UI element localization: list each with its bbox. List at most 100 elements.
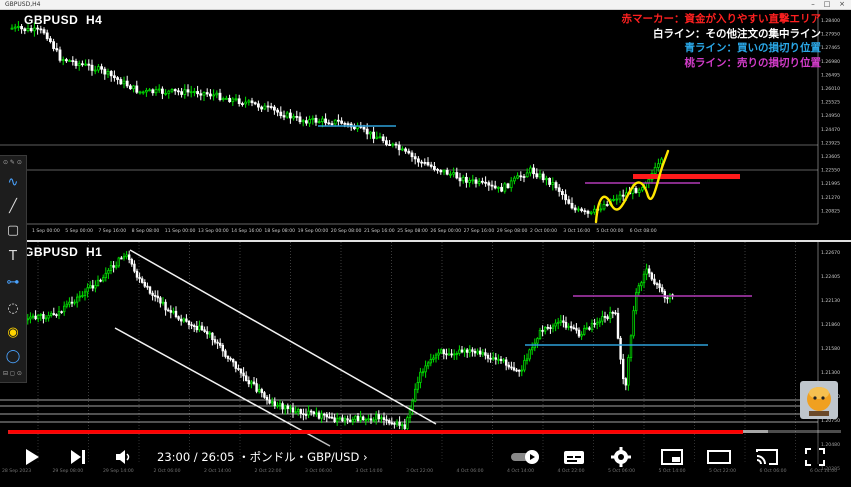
h4-candle-body xyxy=(340,120,344,124)
h1-candle-body xyxy=(244,375,248,381)
chapter-arrow-icon[interactable]: › xyxy=(363,450,368,464)
h4-candle-body xyxy=(384,140,388,145)
h1-candle-body xyxy=(341,417,344,422)
h1-candle-body xyxy=(585,327,589,330)
subtitles-button[interactable] xyxy=(562,445,586,469)
h4-candle-body xyxy=(253,102,257,105)
h1-candle-body xyxy=(471,349,474,352)
h4-candle-body xyxy=(49,38,52,43)
h4-candle-body xyxy=(231,98,235,103)
h1-candle-body xyxy=(603,316,607,318)
h4-price-label: 1.24470 xyxy=(821,127,840,133)
cast-button[interactable] xyxy=(754,445,780,469)
h1-candle-body xyxy=(382,417,386,421)
h1-candle-body xyxy=(187,320,191,326)
lasso-icon[interactable]: ◯ xyxy=(4,348,22,366)
h4-candle-body xyxy=(16,26,20,28)
h1-candle-body xyxy=(247,380,251,385)
h1-candle-body xyxy=(648,268,651,274)
h1-candle-body xyxy=(151,292,154,296)
h1-candle-body xyxy=(609,311,612,319)
h4-price-label: 1.27465 xyxy=(821,45,840,51)
theater-mode-button[interactable] xyxy=(706,445,732,469)
h1-price-label: 1.21300 xyxy=(821,370,840,376)
line-tool-icon[interactable]: ╱ xyxy=(4,198,22,216)
h4-price-label: 1.23605 xyxy=(821,154,840,160)
h1-candle-body xyxy=(221,344,225,352)
h1-candle-body xyxy=(499,358,503,361)
h4-candle-body xyxy=(52,41,55,49)
h4-candle-body xyxy=(480,180,484,183)
h1-candle-body xyxy=(265,396,269,401)
h4-candle-body xyxy=(637,189,641,193)
next-button[interactable] xyxy=(66,445,90,469)
h4-candle-body xyxy=(641,187,644,191)
h4-candle-body xyxy=(128,85,132,90)
h1-candle-body xyxy=(213,339,217,343)
fullscreen-icon xyxy=(805,448,825,466)
h4-candle-body xyxy=(93,69,97,72)
h1-candle-body xyxy=(562,320,565,323)
h1-candle-body xyxy=(408,408,412,419)
h4-candle-body xyxy=(368,131,372,135)
curve-tool-icon[interactable]: ∿ xyxy=(4,174,22,192)
connector-tool-icon[interactable]: ⊶ xyxy=(4,274,22,292)
h4-candle-body xyxy=(160,88,164,94)
text-tool-icon[interactable]: T xyxy=(4,248,22,266)
h1-candle-body xyxy=(260,389,264,394)
h1-candle-body xyxy=(619,337,622,360)
h4-candle-body xyxy=(87,63,91,66)
h4-candle-body xyxy=(545,177,548,181)
h4-candle-body xyxy=(477,180,481,184)
h1-candle-body xyxy=(47,315,50,319)
h1-candle-body xyxy=(174,310,178,318)
h4-candle-body xyxy=(180,91,184,95)
h1-date-label: 3 Oct 22:00 xyxy=(406,468,433,474)
time-display: 23:00 / 26:05 ・ポンドル・GBP/USD › xyxy=(157,449,368,465)
h1-price-label: 1.22405 xyxy=(821,274,840,280)
h1-candle-body xyxy=(115,265,118,268)
maximize-icon[interactable]: □ xyxy=(820,0,834,9)
h4-candle-body xyxy=(615,198,619,201)
eraser-icon[interactable]: ◌ xyxy=(4,300,22,318)
h4-candle-body xyxy=(106,71,110,75)
h1-candle-body xyxy=(99,279,102,282)
h4-date-label: 11 Sep 00:00 xyxy=(165,228,196,234)
volume-button[interactable] xyxy=(112,445,136,469)
channel-mascot-avatar[interactable] xyxy=(800,381,838,419)
h4-price-label: 1.27950 xyxy=(821,32,840,38)
h4-candle-body xyxy=(484,181,488,184)
h4-date-label: 20 Sep 08:00 xyxy=(331,228,362,234)
h1-candle-body xyxy=(320,413,323,419)
chart-panel-h4[interactable]: 1.28400 1.27950 1.27465 1.26980 1.26495 1.260… xyxy=(0,10,851,238)
h4-date-label: 13 Sep 00:00 xyxy=(198,228,229,234)
highlighter-icon[interactable]: ◉ xyxy=(4,324,22,342)
progress-bar[interactable] xyxy=(10,430,841,433)
h1-candle-body xyxy=(60,311,63,313)
h4-candle-body xyxy=(119,79,123,85)
h1-candle-body xyxy=(494,357,498,360)
h1-candle-body xyxy=(89,285,92,289)
h1-candle-body xyxy=(330,416,334,419)
h1-candle-body xyxy=(354,415,357,420)
play-button[interactable] xyxy=(20,445,44,469)
close-icon[interactable]: × xyxy=(835,0,849,9)
h4-candle-body xyxy=(269,106,273,108)
h1-candle-body xyxy=(130,259,134,265)
drawing-toolbar: ⊙ ✎ ⊙ ∿ ╱ ▢ T ⊶ ◌ ◉ ◯ ⊟ ◻ ⊙ xyxy=(0,155,27,383)
miniplayer-button[interactable] xyxy=(660,445,684,469)
settings-button[interactable] xyxy=(609,445,633,469)
autoplay-toggle[interactable] xyxy=(509,445,543,469)
h4-candle-body xyxy=(26,28,30,32)
h1-candle-body xyxy=(29,316,32,320)
chapter-title[interactable]: ・ポンドル・GBP/USD xyxy=(238,450,359,464)
h4-candle-body xyxy=(33,27,36,32)
minimize-icon[interactable]: – xyxy=(806,0,820,9)
rectangle-tool-icon[interactable]: ▢ xyxy=(4,222,22,240)
h1-candle-body xyxy=(518,369,521,372)
fullscreen-button[interactable] xyxy=(802,445,828,469)
h1-candle-body xyxy=(538,329,542,339)
h1-candle-body xyxy=(390,422,394,425)
h1-candle-body xyxy=(411,400,414,410)
h1-candle-body xyxy=(541,329,544,332)
